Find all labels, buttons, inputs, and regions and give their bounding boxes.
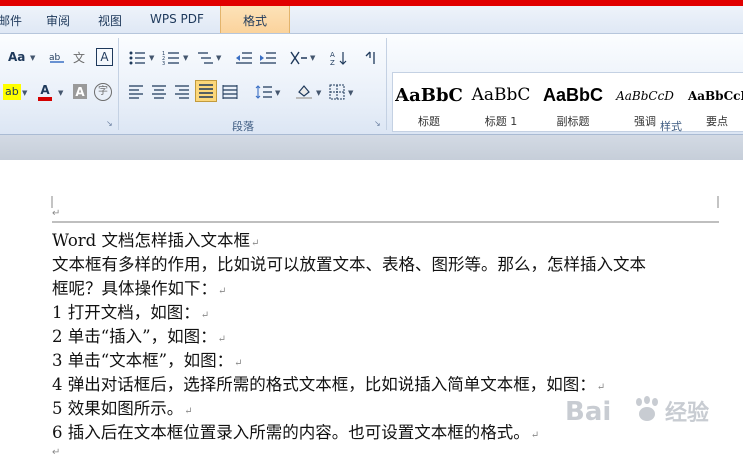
svg-text:Z: Z [330,59,335,66]
enclose-char-button[interactable]: 字 [94,83,112,101]
char-shading-button[interactable]: A [73,84,87,99]
tab-review[interactable]: 审阅 [46,12,70,29]
chevron-down-icon[interactable]: ▼ [149,54,154,62]
svg-text:文: 文 [73,50,85,65]
decrease-indent-icon[interactable] [235,50,253,66]
align-center-icon[interactable] [151,84,167,100]
paragraph-mark: ↵ [250,238,260,249]
paragraph-mark: ↵ [184,406,193,417]
svg-text:3: 3 [162,61,165,66]
doc-line[interactable]: 6 插入后在文本框位置录入所需的内容。也可设置文本框的格式。↵ [52,419,539,443]
phonetic-guide-icon[interactable]: ab [48,49,66,65]
style-preview: AaBbC [542,85,603,105]
ribbon: Aa ▼ ab 文 A ab ▼ A ▼ A 字 ↘ ▼ 123 ▼ ▼ ▼ A… [0,34,743,135]
chinese-layout-icon[interactable] [289,50,309,66]
paragraph-mark: ↵ [217,334,227,345]
doc-text: 2 单击“插入”，如图： [52,327,217,346]
highlight-color-button[interactable]: ab [3,84,21,100]
styles-group-label: 样式 [660,120,682,133]
justify-icon [199,84,213,98]
increase-indent-icon[interactable] [259,50,277,66]
doc-line[interactable]: 1 打开文档，如图：↵ [52,299,209,323]
sort-icon[interactable]: AZ [330,50,348,66]
numbering-icon[interactable]: 123 [162,50,180,66]
doc-text: 6 插入后在文本框位置录入所需的内容。也可设置文本框的格式。 [52,423,530,442]
chevron-down-icon[interactable]: ▼ [216,54,221,62]
style-subtitle[interactable]: AaBbC 副标题 [537,73,609,131]
chevron-down-icon[interactable]: ▼ [275,89,280,97]
doc-line[interactable]: 框呢？具体操作如下：↵ [52,275,226,299]
doc-line[interactable]: 文本框有多样的作用，比如说可以放置文本、表格、图形等。那么，怎样插入文本 [52,251,646,275]
style-preview: AaBbC [471,85,531,105]
doc-line-title[interactable]: Word 文档怎样插入文本框↵ [52,227,259,251]
watermark-suffix: 经验 [665,400,709,426]
style-preview: AaBbC [395,85,463,106]
tab-view[interactable]: 视图 [98,12,122,29]
chevron-down-icon[interactable]: ▼ [348,89,353,97]
clear-format-icon[interactable]: 文 [72,49,90,65]
multilevel-list-icon[interactable] [196,50,214,66]
style-label: 要点 [706,115,728,128]
style-strong[interactable]: AaBbCcI 要点 [681,73,743,131]
paw-icon [636,396,658,421]
tab-mailings[interactable]: 邮件 [0,12,22,29]
doc-text: 框呢？具体操作如下： [52,279,217,298]
paragraph-mark: ↵ [200,310,210,321]
paragraph-mark: ↵ [234,358,243,369]
chevron-down-icon[interactable]: ▼ [183,54,188,62]
chevron-down-icon[interactable]: ▼ [316,89,321,97]
watermark-text: Bai [565,397,611,427]
doc-text: Word 文档怎样插入文本框 [52,231,250,250]
header-paragraph-mark: ↵ [52,208,61,219]
style-heading-1[interactable]: AaBbC 标题 1 [465,73,537,131]
shading-bucket-icon[interactable] [295,83,313,99]
group-divider [386,38,387,130]
style-label: 标题 1 [484,115,518,128]
paragraph-dialog-launcher-icon[interactable]: ↘ [374,119,381,128]
tab-format[interactable]: 格式 [220,6,291,33]
style-preview: AaBbCcD [616,89,674,103]
chevron-down-icon[interactable]: ▼ [30,54,35,62]
borders-icon[interactable] [329,84,345,100]
workspace-background [0,135,743,160]
font-color-button[interactable]: A [38,83,52,101]
tab-wps-pdf[interactable]: WPS PDF [150,12,204,26]
align-right-icon[interactable] [174,84,190,100]
paragraph-mark: ↵ [218,286,227,297]
doc-text: 5 效果如图所示。 [52,399,184,418]
line-spacing-icon[interactable] [255,84,273,100]
chevron-down-icon[interactable]: ▼ [22,89,27,97]
paragraph-mark: ↵ [530,430,540,441]
ribbon-tab-row: 邮件 审阅 视图 WPS PDF 格式 [0,6,743,34]
align-left-icon[interactable] [128,84,144,100]
baidu-watermark: Bai 经验 [565,396,709,427]
style-label: 副标题 [556,115,590,128]
chevron-down-icon[interactable]: ▼ [310,54,315,62]
style-title[interactable]: AaBbC 标题 [393,73,465,131]
char-border-button[interactable]: A [96,48,113,66]
show-marks-icon[interactable] [364,50,378,66]
chevron-down-icon[interactable]: ▼ [58,89,63,97]
distributed-icon[interactable] [222,84,238,100]
doc-text: 4 弹出对话框后，选择所需的格式文本框，比如说插入简单文本框，如图： [52,375,596,394]
doc-text: 1 打开文档，如图： [52,303,200,322]
style-preview: AaBbCcI [687,89,743,103]
doc-line[interactable]: 5 效果如图所示。↵ [52,395,193,419]
change-case-button[interactable]: Aa [8,49,25,65]
group-divider [118,38,119,130]
svg-text:A: A [330,51,335,59]
bullets-icon[interactable] [128,50,146,66]
doc-line[interactable]: 4 弹出对话框后，选择所需的格式文本框，比如说插入简单文本框，如图：↵ [52,371,605,395]
doc-line[interactable]: 2 单击“插入”，如图：↵ [52,323,226,347]
doc-line[interactable]: 3 单击“文本框”，如图：↵ [52,347,243,371]
doc-text: 3 单击“文本框”，如图： [52,351,234,370]
end-paragraph-mark: ↵ [52,447,61,458]
doc-text: 文本框有多样的作用，比如说可以放置文本、表格、图形等。那么，怎样插入文本 [52,255,646,274]
styles-gallery: AaBbC 标题 AaBbC 标题 1 AaBbC 副标题 AaBbCcD 强调… [392,72,743,132]
style-label: 标题 [418,115,440,128]
font-dialog-launcher-icon[interactable]: ↘ [106,119,113,128]
paragraph-group-label: 段落 [232,120,254,133]
justify-button[interactable] [195,80,217,102]
header-boundary [51,196,719,223]
